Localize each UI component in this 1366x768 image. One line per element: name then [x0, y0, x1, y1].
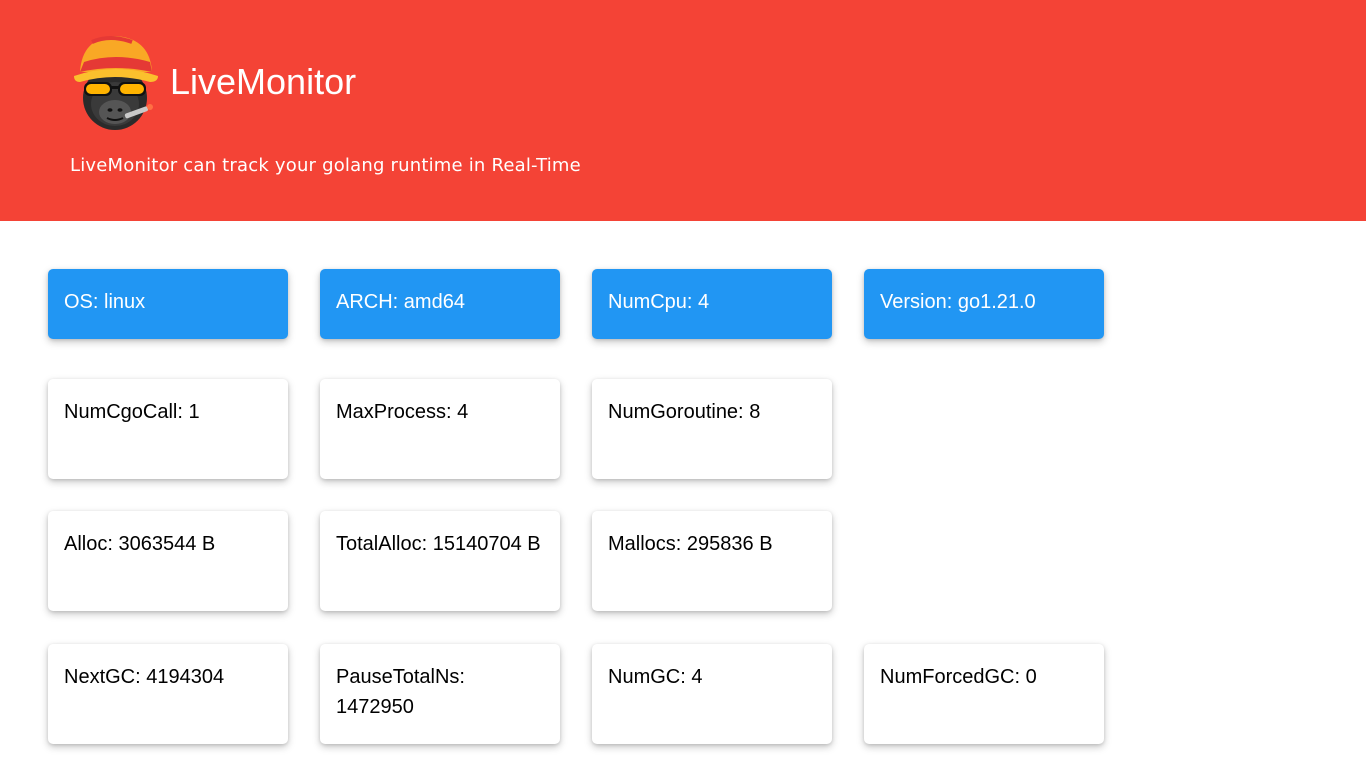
numcgocall-value: 1 — [188, 401, 200, 423]
numforcedgc-label: NumForcedGC: — [880, 666, 1021, 688]
numcpu-card: NumCpu: 4 — [592, 269, 832, 339]
maxprocess-label: MaxProcess: — [336, 401, 452, 423]
numgc-card: NumGC: 4 — [592, 644, 832, 744]
numgoroutine-card: NumGoroutine: 8 — [592, 379, 832, 479]
os-label: OS: — [64, 291, 99, 313]
numforcedgc-value: 0 — [1025, 666, 1037, 688]
arch-card: ARCH: amd64 — [320, 269, 560, 339]
version-value: go1.21.0 — [957, 291, 1036, 313]
nextgc-label: NextGC: — [64, 666, 141, 688]
numcgocall-label: NumCgoCall: — [64, 401, 183, 423]
arch-value: amd64 — [403, 291, 465, 313]
totalalloc-card: TotalAlloc: 15140704 B — [320, 511, 560, 611]
numgc-label: NumGC: — [608, 666, 686, 688]
totalalloc-label: TotalAlloc: — [336, 533, 428, 555]
totalalloc-value: 15140704 B — [432, 533, 541, 555]
nextgc-value: 4194304 — [146, 666, 225, 688]
numforcedgc-card: NumForcedGC: 0 — [864, 644, 1104, 744]
maxprocess-card: MaxProcess: 4 — [320, 379, 560, 479]
os-card: OS: linux — [48, 269, 288, 339]
nextgc-card: NextGC: 4194304 — [48, 644, 288, 744]
alloc-card: Alloc: 3063544 B — [48, 511, 288, 611]
arch-label: ARCH: — [336, 291, 399, 313]
alloc-value: 3063544 B — [118, 533, 216, 555]
app-subtitle: LiveMonitor can track your golang runtim… — [70, 155, 581, 176]
pausetotalns-value: 1472950 — [336, 696, 414, 718]
numgoroutine-label: NumGoroutine: — [608, 401, 744, 423]
os-value: linux — [104, 291, 146, 313]
version-label: Version: — [880, 291, 953, 313]
gorilla-logo-icon — [70, 32, 162, 132]
mallocs-card: Mallocs: 295836 B — [592, 511, 832, 611]
version-card: Version: go1.21.0 — [864, 269, 1104, 339]
pausetotalns-card: PauseTotalNs: 1472950 — [320, 644, 560, 744]
mallocs-value: 295836 B — [686, 533, 773, 555]
maxprocess-value: 4 — [457, 401, 469, 423]
numgoroutine-value: 8 — [749, 401, 761, 423]
pausetotalns-label: PauseTotalNs: — [336, 666, 465, 688]
numcpu-label: NumCpu: — [608, 291, 693, 313]
header-banner: LiveMonitor LiveMonitor can track your g… — [0, 0, 1366, 221]
mallocs-label: Mallocs: — [608, 533, 682, 555]
app-title: LiveMonitor — [170, 61, 357, 102]
numcpu-value: 4 — [698, 291, 710, 313]
numcgocall-card: NumCgoCall: 1 — [48, 379, 288, 479]
alloc-label: Alloc: — [64, 533, 113, 555]
numgc-value: 4 — [691, 666, 703, 688]
